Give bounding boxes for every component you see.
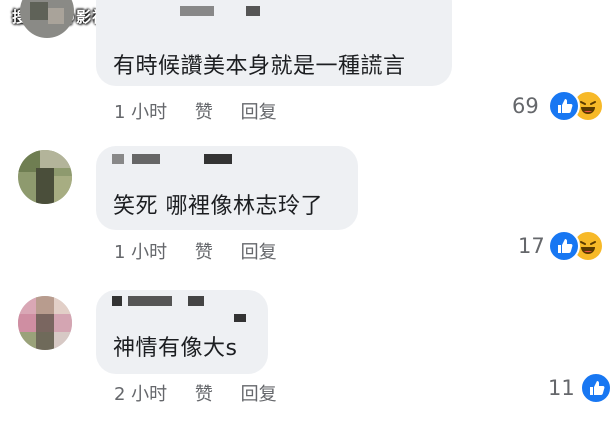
redacted-name bbox=[246, 6, 260, 16]
comment-meta: 2 小时 赞 回复 bbox=[114, 380, 277, 406]
redacted-name bbox=[234, 314, 246, 322]
avatar[interactable] bbox=[18, 296, 72, 350]
comment-meta: 1 小时 赞 回复 bbox=[114, 238, 277, 264]
comment-time[interactable]: 2 小时 bbox=[114, 384, 167, 405]
like-button[interactable]: 赞 bbox=[195, 384, 213, 405]
comment-text: 神情有像大s bbox=[113, 336, 238, 361]
reactions[interactable] bbox=[548, 90, 606, 122]
reply-button[interactable]: 回复 bbox=[241, 242, 277, 263]
like-reaction-icon bbox=[548, 90, 580, 122]
redacted-name bbox=[112, 154, 124, 164]
redacted-name bbox=[112, 296, 122, 306]
redacted-name bbox=[128, 296, 172, 306]
comment-meta: 1 小时 赞 回复 bbox=[114, 98, 277, 124]
comment-time[interactable]: 1 小时 bbox=[114, 102, 167, 123]
redacted-name bbox=[188, 296, 204, 306]
redacted-name bbox=[204, 154, 232, 164]
redacted-name bbox=[180, 6, 214, 16]
comment-text: 有時候讚美本身就是一種謊言 bbox=[113, 54, 406, 79]
comment-time[interactable]: 1 小时 bbox=[114, 242, 167, 263]
reply-button[interactable]: 回复 bbox=[241, 102, 277, 123]
like-button[interactable]: 赞 bbox=[195, 102, 213, 123]
reactions[interactable] bbox=[580, 372, 616, 402]
reaction-count[interactable]: 17 bbox=[518, 234, 545, 258]
like-reaction-icon bbox=[580, 372, 612, 402]
avatar[interactable] bbox=[18, 150, 72, 204]
like-button[interactable]: 赞 bbox=[195, 242, 213, 263]
reply-button[interactable]: 回复 bbox=[241, 384, 277, 405]
reaction-count[interactable]: 69 bbox=[512, 94, 539, 118]
redacted-name bbox=[132, 154, 160, 164]
reaction-count[interactable]: 11 bbox=[548, 376, 575, 400]
avatar[interactable] bbox=[20, 0, 74, 38]
like-reaction-icon bbox=[548, 230, 580, 262]
reactions[interactable] bbox=[548, 230, 606, 262]
comment-text: 笑死 哪裡像林志玲了 bbox=[113, 194, 323, 219]
